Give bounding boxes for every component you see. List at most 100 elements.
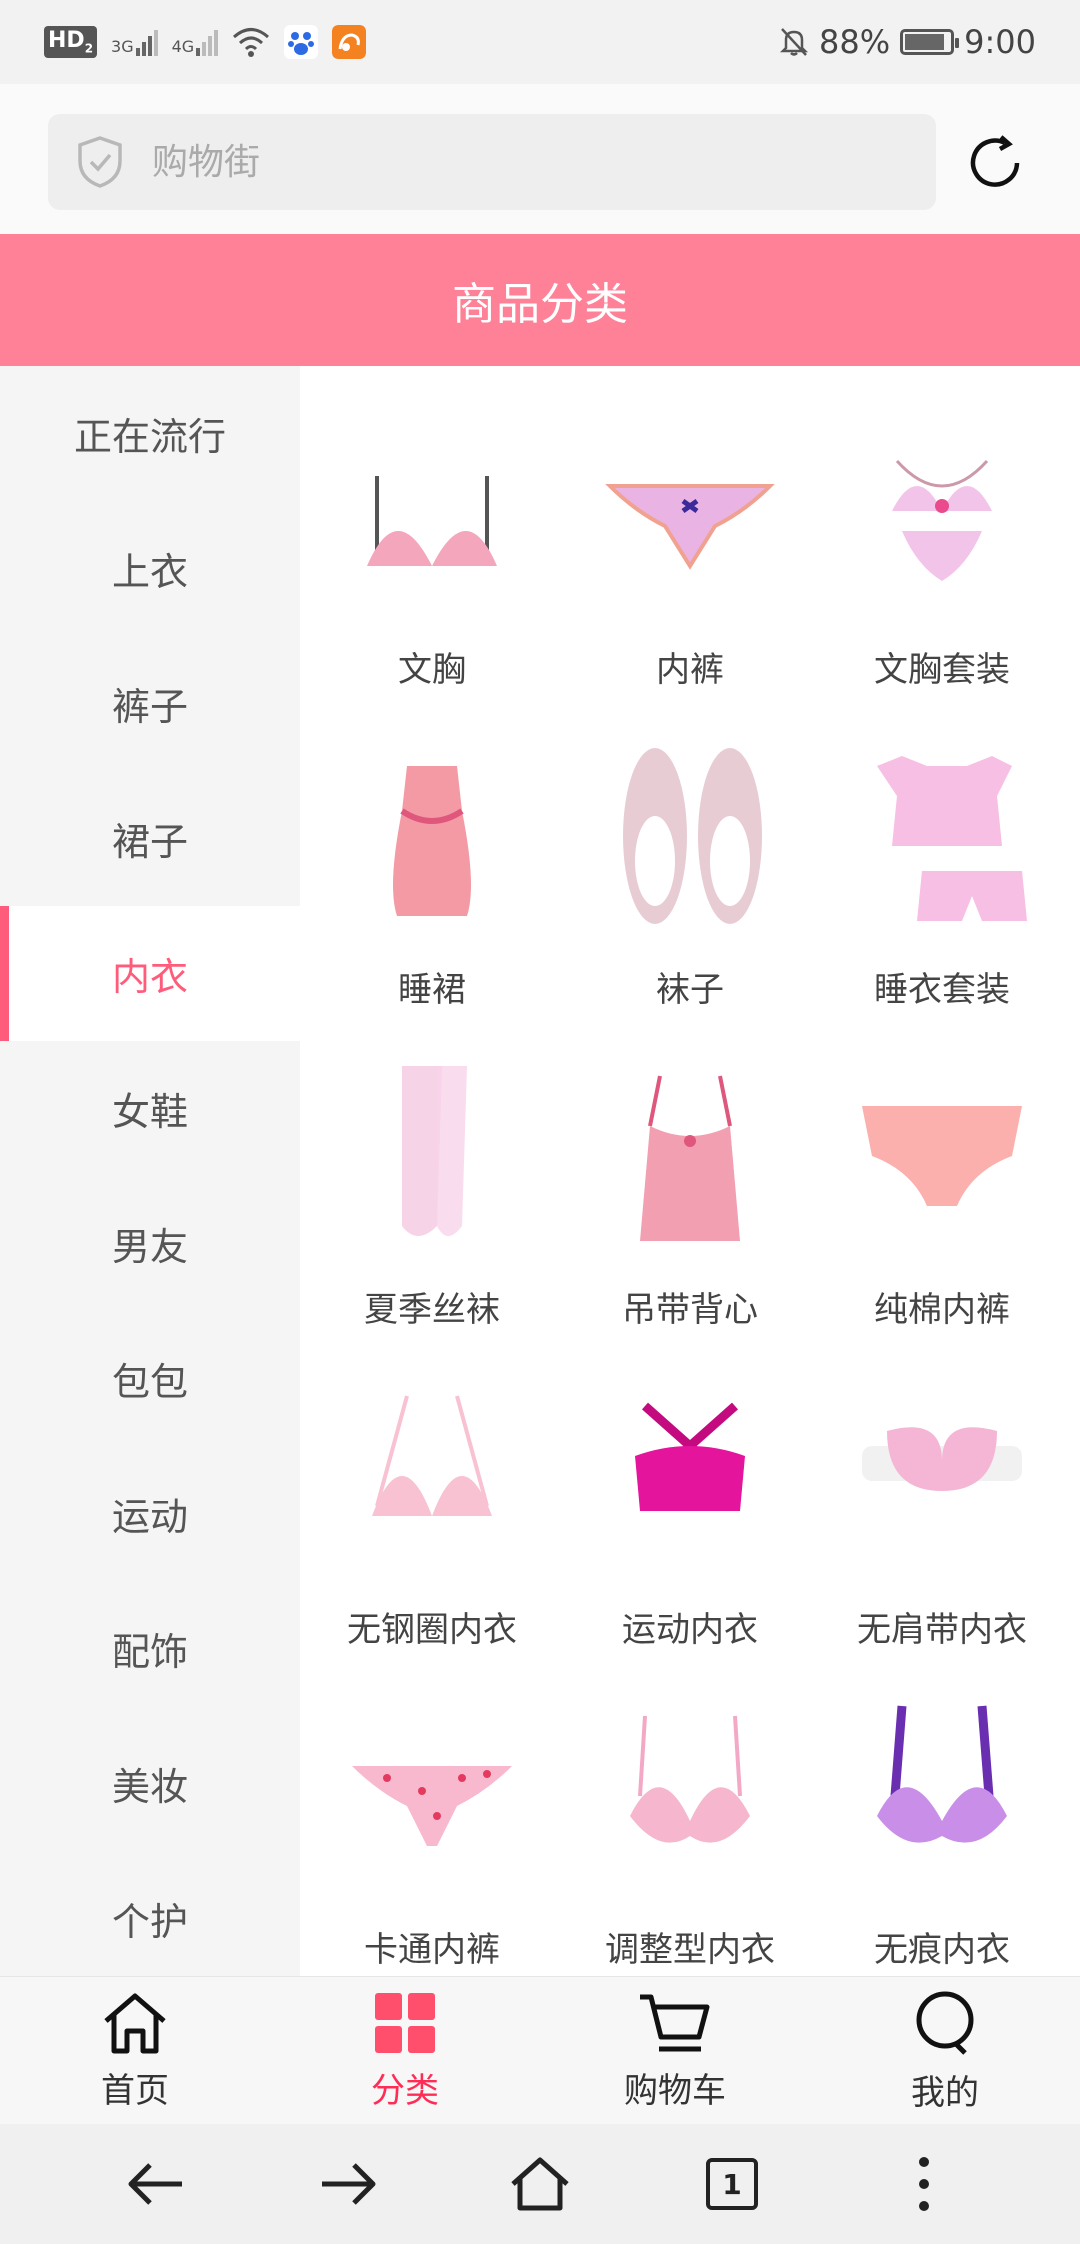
browser-home-button[interactable] [490,2134,590,2234]
product-category-label: 卡通内裤 [364,1930,500,1970]
browser-home-icon [511,2157,569,2211]
product-category-item[interactable]: 无钢圈内衣 [306,1326,558,1650]
battery-percent: 88% [819,23,891,61]
battery-icon [900,29,960,55]
tab-cart-label: 购物车 [624,2070,726,2111]
tabs-button[interactable]: 1 [682,2134,782,2234]
strapless-bra-icon [847,1376,1037,1576]
sidebar-item-label: 个护 [111,1900,188,1944]
tab-profile-label: 我的 [911,2072,979,2113]
sidebar-item-label: 男友 [111,1225,188,1269]
sidebar-item-label: 裤子 [111,685,188,729]
sidebar-item[interactable]: 内衣 [0,906,300,1041]
tab-count: 1 [706,2158,758,2210]
sidebar-item[interactable]: 配饰 [0,1581,300,1716]
tab-cart[interactable]: 购物车 [540,1977,810,2125]
status-left: HD2 3G 4G [44,25,367,59]
product-category-label: 文胸 [398,650,466,690]
clock: 9:00 [964,23,1036,61]
sidebar-item-label: 运动 [111,1495,188,1539]
search-box[interactable] [48,114,936,210]
sidebar-item-label: 配饰 [111,1630,188,1674]
subcategory-grid: 文胸 内裤 文胸套装睡裙 袜子 睡衣套装夏季丝袜 吊带背心 纯棉内裤无钢圈内衣 运动内衣 无肩带… [300,366,1080,1976]
product-category-label: 夏季丝袜 [364,1290,500,1330]
nightgown-icon [337,736,527,936]
search-input[interactable] [152,141,852,183]
category-icon [375,1992,435,2053]
category-sidebar: 正在流行上衣裤子裙子内衣女鞋男友包包运动配饰美妆个护 [0,366,300,1976]
product-category-label: 睡衣套装 [874,970,1010,1010]
cart-icon [640,1994,710,2051]
sidebar-item-label: 内衣 [111,955,188,999]
stockings-icon [337,1056,527,1256]
product-category-item[interactable]: 运动内衣 [564,1326,816,1650]
baidu-app-icon [284,25,319,59]
forward-button[interactable] [298,2134,398,2234]
product-category-label: 调整型内衣 [605,1930,775,1970]
refresh-icon [970,135,1020,187]
sidebar-item[interactable]: 正在流行 [0,366,300,501]
sidebar-item-label: 裙子 [111,820,188,864]
sidebar-item[interactable]: 裙子 [0,771,300,906]
sidebar-item[interactable]: 运动 [0,1446,300,1581]
sidebar-item[interactable]: 上衣 [0,501,300,636]
page-title: 商品分类 [452,279,628,330]
sidebar-item[interactable]: 个护 [0,1851,300,1976]
wifi-icon [233,28,270,57]
back-button[interactable] [106,2134,206,2234]
sports-bra-icon [595,1376,785,1576]
menu-button[interactable] [874,2134,974,2234]
sidebar-item[interactable]: 包包 [0,1311,300,1446]
camisole-icon [595,1056,785,1256]
sidebar-item[interactable]: 男友 [0,1176,300,1311]
product-category-label: 纯棉内裤 [874,1290,1010,1330]
sidebar-item[interactable]: 裤子 [0,636,300,771]
product-category-item[interactable]: 袜子 [564,686,816,1010]
sidebar-item[interactable]: 女鞋 [0,1041,300,1176]
product-category-label: 无痕内衣 [874,1930,1010,1970]
product-category-item[interactable]: 纯棉内裤 [816,1006,1068,1330]
product-category-label: 无肩带内衣 [857,1610,1027,1650]
product-category-item[interactable]: 吊带背心 [564,1006,816,1330]
bell-muted-icon [779,28,809,56]
product-category-item[interactable]: 无肩带内衣 [816,1326,1068,1650]
sidebar-item-label: 美妆 [111,1765,188,1809]
product-category-label: 吊带背心 [622,1290,758,1330]
uc-browser-icon [332,25,367,59]
product-category-item[interactable]: 调整型内衣 [564,1646,816,1970]
product-category-item[interactable]: 睡衣套装 [816,686,1068,1010]
pajama-set-icon [847,736,1037,936]
tab-category-label: 分类 [371,2070,439,2111]
signal-3g-icon: 3G [111,28,158,56]
product-category-label: 睡裙 [398,970,466,1010]
battery-level [905,34,944,50]
refresh-button[interactable] [960,128,1030,198]
sidebar-item[interactable]: 美妆 [0,1716,300,1851]
search-bar [0,84,1080,234]
sidebar-item-label: 正在流行 [73,415,226,459]
product-category-item[interactable]: 无痕内衣 [816,1646,1068,1970]
product-category-item[interactable]: 睡裙 [306,686,558,1010]
tab-category[interactable]: 分类 [270,1977,540,2125]
tab-home[interactable]: 首页 [0,1977,270,2125]
seamless-bra-icon [847,1696,1037,1896]
product-category-item[interactable]: 夏季丝袜 [306,1006,558,1330]
product-category-item[interactable]: 文胸 [306,366,558,690]
status-right: 88% 9:00 [779,23,1036,61]
cartoon-panties-icon [337,1696,527,1896]
product-category-label: 内裤 [656,650,724,690]
browser-nav-bar: 1 [0,2124,1080,2244]
tab-home-label: 首页 [101,2070,169,2111]
profile-icon [916,1991,974,2055]
product-category-item[interactable]: 卡通内裤 [306,1646,558,1970]
socks-icon [595,736,785,936]
arrow-right-icon [322,2163,376,2205]
product-category-item[interactable]: 内裤 [564,366,816,690]
shaping-bra-icon [595,1696,785,1896]
tab-profile[interactable]: 我的 [810,1977,1080,2125]
bra-set-icon [847,416,1037,616]
product-category-label: 袜子 [656,970,724,1010]
more-vertical-icon [919,2157,929,2211]
product-category-item[interactable]: 文胸套装 [816,366,1068,690]
sidebar-item-label: 包包 [111,1360,188,1404]
